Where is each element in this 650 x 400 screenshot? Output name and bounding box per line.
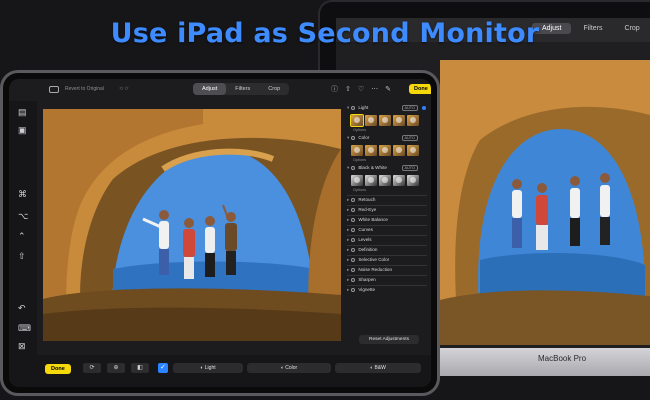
color-options[interactable]: Options xyxy=(353,158,366,162)
ipad-bottom-touchbar: Done ⟳ ⊕ ◧ ✓ ◐ Light ◐ Color ◐ B&W xyxy=(9,355,431,387)
more-icon[interactable]: ⋯ xyxy=(371,85,378,94)
control-icon[interactable]: ⌃ xyxy=(18,231,26,241)
topbar-icons: ⓘ ⇧ ♡ ⋯ ✎ xyxy=(331,85,391,94)
headline: Use iPad as Second Monitor xyxy=(110,18,540,49)
done-button-top[interactable]: Done xyxy=(409,84,431,94)
section-light[interactable]: ▾ Light AUTO xyxy=(347,105,427,114)
disconnect-icon[interactable]: ⊠ xyxy=(18,341,26,351)
markup-icon[interactable]: ✎ xyxy=(385,85,391,94)
color-button[interactable]: ◐ Color xyxy=(247,363,331,373)
tool-definition[interactable]: ▸ Definition xyxy=(347,245,427,254)
ipad-segmented-control: Adjust Filters Crop xyxy=(193,83,290,95)
macbook-photo xyxy=(440,60,650,345)
rotate-icon[interactable]: ⟳ xyxy=(83,363,101,373)
tool-sharpen[interactable]: ▸ Sharpen xyxy=(347,275,427,284)
command-icon[interactable]: ⌘ xyxy=(18,189,27,199)
main-photo[interactable] xyxy=(43,109,341,341)
image-icon[interactable]: ▣ xyxy=(18,125,27,135)
ipad-device: Revert to Original ⟲ ⟳ Adjust Filters Cr… xyxy=(0,70,440,396)
tool-selective-color[interactable]: ▸ Selective Color xyxy=(347,255,427,264)
adjust-panel: ▾ Light AUTO Options ▾ Color AUTO Options … xyxy=(343,103,431,353)
tool-levels[interactable]: ▸ Levels xyxy=(347,235,427,244)
tab-crop[interactable]: Crop xyxy=(259,83,289,95)
ipad-topbar: Revert to Original ⟲ ⟳ Adjust Filters Cr… xyxy=(9,79,431,101)
tool-retouch[interactable]: ▸ Retouch xyxy=(347,195,427,204)
info-icon[interactable]: ⓘ xyxy=(331,85,338,94)
bw-button[interactable]: ◐ B&W xyxy=(335,363,421,373)
macbook-label: MacBook Pro xyxy=(538,354,587,363)
tool-red-eye[interactable]: ▸ Red-Eye xyxy=(347,205,427,214)
section-color[interactable]: ▾ Color AUTO xyxy=(347,135,427,144)
undo-icon[interactable]: ↶ xyxy=(18,303,26,313)
tab-adjust[interactable]: Adjust xyxy=(193,83,227,95)
history-icon[interactable]: ⟲ ⟳ xyxy=(119,86,129,92)
light-options[interactable]: Options xyxy=(353,128,366,132)
ipad-screen: Revert to Original ⟲ ⟳ Adjust Filters Cr… xyxy=(9,79,431,387)
ipad-left-toolbar: ▤ ▣ ⌘ ⌥ ⌃ ⇧ ↶ ⌨ ⊠ xyxy=(9,101,37,359)
tool-curves[interactable]: ▸ Curves xyxy=(347,225,427,234)
light-button[interactable]: ◐ Light xyxy=(173,363,243,373)
revert-to-original-button[interactable]: Revert to Original xyxy=(65,86,104,92)
tool-noise-reduction[interactable]: ▸ Noise Reduction xyxy=(347,265,427,274)
zoom-icon[interactable]: ⊕ xyxy=(107,363,125,373)
reset-adjustments-button[interactable]: Reset Adjustments xyxy=(359,335,419,344)
section-black-white[interactable]: ▾ Black & White AUTO xyxy=(347,165,427,174)
bw-options[interactable]: Options xyxy=(353,188,366,192)
tool-white-balance[interactable]: ▸ White Balance xyxy=(347,215,427,224)
bw-thumbnails[interactable] xyxy=(351,175,419,186)
shift-icon[interactable]: ⇧ xyxy=(18,251,26,261)
sidebar-toggle-icon[interactable] xyxy=(49,86,59,93)
tab-filters[interactable]: Filters xyxy=(226,83,259,95)
keyboard-icon[interactable]: ⌨ xyxy=(18,323,31,333)
done-button-bottom[interactable]: Done xyxy=(45,364,71,374)
enable-checkbox[interactable]: ✓ xyxy=(158,363,168,373)
favorite-icon[interactable]: ♡ xyxy=(358,85,364,94)
sidebar-panel-icon[interactable]: ▤ xyxy=(18,107,27,117)
share-icon[interactable]: ⇧ xyxy=(345,85,351,94)
color-thumbnails[interactable] xyxy=(351,145,419,156)
compare-icon[interactable]: ◧ xyxy=(131,363,149,373)
light-thumbnails[interactable] xyxy=(350,114,419,127)
option-icon[interactable]: ⌥ xyxy=(18,211,28,221)
tool-vignette[interactable]: ▸ Vignette xyxy=(347,285,427,294)
